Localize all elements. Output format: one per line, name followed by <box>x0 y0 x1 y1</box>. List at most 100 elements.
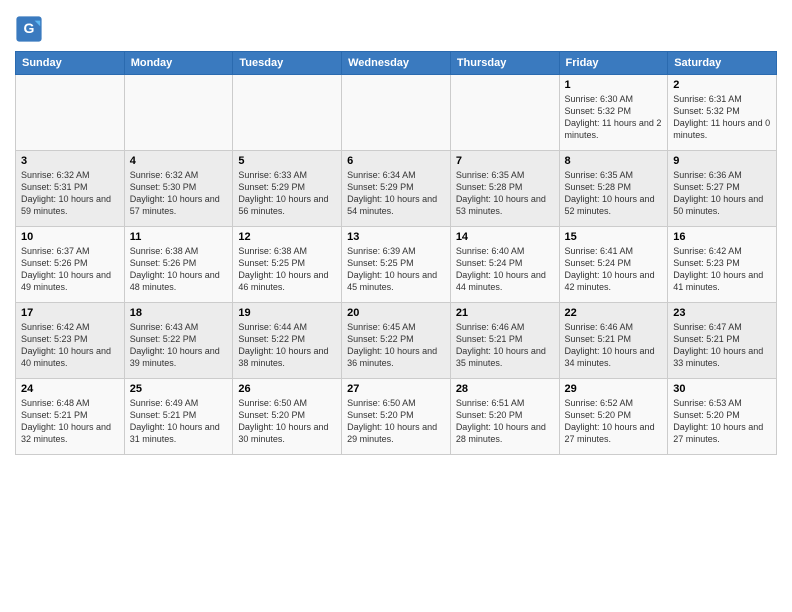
day-info: Sunrise: 6:47 AM Sunset: 5:21 PM Dayligh… <box>673 321 771 370</box>
weekday-wednesday: Wednesday <box>342 52 451 75</box>
day-number: 12 <box>238 231 336 243</box>
day-info: Sunrise: 6:36 AM Sunset: 5:27 PM Dayligh… <box>673 169 771 218</box>
day-number: 1 <box>565 79 663 91</box>
day-number: 21 <box>456 307 554 319</box>
day-cell <box>16 75 125 151</box>
week-row-3: 10 Sunrise: 6:37 AM Sunset: 5:26 PM Dayli… <box>16 227 777 303</box>
day-number: 29 <box>565 383 663 395</box>
day-info: Sunrise: 6:53 AM Sunset: 5:20 PM Dayligh… <box>673 397 771 446</box>
day-info: Sunrise: 6:42 AM Sunset: 5:23 PM Dayligh… <box>673 245 771 294</box>
day-cell: 2 Sunrise: 6:31 AM Sunset: 5:32 PM Daylig… <box>668 75 777 151</box>
day-info: Sunrise: 6:32 AM Sunset: 5:30 PM Dayligh… <box>130 169 228 218</box>
day-cell: 28 Sunrise: 6:51 AM Sunset: 5:20 PM Dayli… <box>450 379 559 455</box>
day-cell <box>124 75 233 151</box>
week-row-1: 1 Sunrise: 6:30 AM Sunset: 5:32 PM Daylig… <box>16 75 777 151</box>
day-info: Sunrise: 6:34 AM Sunset: 5:29 PM Dayligh… <box>347 169 445 218</box>
weekday-sunday: Sunday <box>16 52 125 75</box>
day-cell: 11 Sunrise: 6:38 AM Sunset: 5:26 PM Dayli… <box>124 227 233 303</box>
day-info: Sunrise: 6:31 AM Sunset: 5:32 PM Dayligh… <box>673 93 771 142</box>
day-info: Sunrise: 6:40 AM Sunset: 5:24 PM Dayligh… <box>456 245 554 294</box>
header: G <box>15 10 777 43</box>
day-number: 4 <box>130 155 228 167</box>
day-cell: 16 Sunrise: 6:42 AM Sunset: 5:23 PM Dayli… <box>668 227 777 303</box>
day-cell: 26 Sunrise: 6:50 AM Sunset: 5:20 PM Dayli… <box>233 379 342 455</box>
day-number: 14 <box>456 231 554 243</box>
day-cell: 17 Sunrise: 6:42 AM Sunset: 5:23 PM Dayli… <box>16 303 125 379</box>
day-number: 17 <box>21 307 119 319</box>
day-info: Sunrise: 6:46 AM Sunset: 5:21 PM Dayligh… <box>565 321 663 370</box>
day-cell: 12 Sunrise: 6:38 AM Sunset: 5:25 PM Dayli… <box>233 227 342 303</box>
day-number: 18 <box>130 307 228 319</box>
day-cell: 21 Sunrise: 6:46 AM Sunset: 5:21 PM Dayli… <box>450 303 559 379</box>
day-info: Sunrise: 6:43 AM Sunset: 5:22 PM Dayligh… <box>130 321 228 370</box>
weekday-thursday: Thursday <box>450 52 559 75</box>
day-number: 8 <box>565 155 663 167</box>
day-cell: 1 Sunrise: 6:30 AM Sunset: 5:32 PM Daylig… <box>559 75 668 151</box>
week-row-5: 24Sunrise: 6:48 AM Sunset: 5:21 PM Dayli… <box>16 379 777 455</box>
day-info: Sunrise: 6:37 AM Sunset: 5:26 PM Dayligh… <box>21 245 119 294</box>
weekday-header-row: SundayMondayTuesdayWednesdayThursdayFrid… <box>16 52 777 75</box>
weekday-monday: Monday <box>124 52 233 75</box>
day-info: Sunrise: 6:49 AM Sunset: 5:21 PM Dayligh… <box>130 397 228 446</box>
week-row-2: 3Sunrise: 6:32 AM Sunset: 5:31 PM Daylig… <box>16 151 777 227</box>
weekday-saturday: Saturday <box>668 52 777 75</box>
day-cell: 14 Sunrise: 6:40 AM Sunset: 5:24 PM Dayli… <box>450 227 559 303</box>
day-number: 7 <box>456 155 554 167</box>
day-cell: 19Sunrise: 6:44 AM Sunset: 5:22 PM Dayli… <box>233 303 342 379</box>
day-info: Sunrise: 6:38 AM Sunset: 5:25 PM Dayligh… <box>238 245 336 294</box>
day-cell: 9Sunrise: 6:36 AM Sunset: 5:27 PM Daylig… <box>668 151 777 227</box>
svg-text:G: G <box>24 20 35 36</box>
day-number: 15 <box>565 231 663 243</box>
day-info: Sunrise: 6:41 AM Sunset: 5:24 PM Dayligh… <box>565 245 663 294</box>
day-number: 11 <box>130 231 228 243</box>
weekday-friday: Friday <box>559 52 668 75</box>
day-cell: 23 Sunrise: 6:47 AM Sunset: 5:21 PM Dayli… <box>668 303 777 379</box>
calendar: SundayMondayTuesdayWednesdayThursdayFrid… <box>15 51 777 455</box>
day-cell: 27Sunrise: 6:50 AM Sunset: 5:20 PM Dayli… <box>342 379 451 455</box>
day-cell: 6 Sunrise: 6:34 AM Sunset: 5:29 PM Daylig… <box>342 151 451 227</box>
logo-icon: G <box>15 15 43 43</box>
day-info: Sunrise: 6:51 AM Sunset: 5:20 PM Dayligh… <box>456 397 554 446</box>
day-cell: 7 Sunrise: 6:35 AM Sunset: 5:28 PM Daylig… <box>450 151 559 227</box>
day-cell: 30Sunrise: 6:53 AM Sunset: 5:20 PM Dayli… <box>668 379 777 455</box>
day-number: 3 <box>21 155 119 167</box>
day-info: Sunrise: 6:50 AM Sunset: 5:20 PM Dayligh… <box>347 397 445 446</box>
day-info: Sunrise: 6:42 AM Sunset: 5:23 PM Dayligh… <box>21 321 119 370</box>
day-number: 2 <box>673 79 771 91</box>
day-number: 25 <box>130 383 228 395</box>
day-info: Sunrise: 6:35 AM Sunset: 5:28 PM Dayligh… <box>565 169 663 218</box>
day-cell <box>233 75 342 151</box>
day-info: Sunrise: 6:33 AM Sunset: 5:29 PM Dayligh… <box>238 169 336 218</box>
day-number: 28 <box>456 383 554 395</box>
day-cell: 8 Sunrise: 6:35 AM Sunset: 5:28 PM Daylig… <box>559 151 668 227</box>
day-number: 20 <box>347 307 445 319</box>
day-number: 23 <box>673 307 771 319</box>
week-row-4: 17 Sunrise: 6:42 AM Sunset: 5:23 PM Dayli… <box>16 303 777 379</box>
day-cell: 20 Sunrise: 6:45 AM Sunset: 5:22 PM Dayli… <box>342 303 451 379</box>
day-cell: 10 Sunrise: 6:37 AM Sunset: 5:26 PM Dayli… <box>16 227 125 303</box>
day-number: 26 <box>238 383 336 395</box>
day-number: 24 <box>21 383 119 395</box>
day-cell <box>450 75 559 151</box>
logo: G <box>15 15 45 43</box>
day-cell: 25 Sunrise: 6:49 AM Sunset: 5:21 PM Dayli… <box>124 379 233 455</box>
day-info: Sunrise: 6:45 AM Sunset: 5:22 PM Dayligh… <box>347 321 445 370</box>
day-number: 22 <box>565 307 663 319</box>
day-info: Sunrise: 6:38 AM Sunset: 5:26 PM Dayligh… <box>130 245 228 294</box>
day-number: 5 <box>238 155 336 167</box>
day-number: 10 <box>21 231 119 243</box>
page: G SundayMondayTuesdayWednesdayThursdayFr… <box>0 0 792 465</box>
day-info: Sunrise: 6:50 AM Sunset: 5:20 PM Dayligh… <box>238 397 336 446</box>
day-info: Sunrise: 6:35 AM Sunset: 5:28 PM Dayligh… <box>456 169 554 218</box>
day-number: 16 <box>673 231 771 243</box>
day-cell: 3Sunrise: 6:32 AM Sunset: 5:31 PM Daylig… <box>16 151 125 227</box>
day-cell: 4 Sunrise: 6:32 AM Sunset: 5:30 PM Daylig… <box>124 151 233 227</box>
day-info: Sunrise: 6:30 AM Sunset: 5:32 PM Dayligh… <box>565 93 663 142</box>
day-cell: 15 Sunrise: 6:41 AM Sunset: 5:24 PM Dayli… <box>559 227 668 303</box>
day-cell: 22 Sunrise: 6:46 AM Sunset: 5:21 PM Dayli… <box>559 303 668 379</box>
day-cell: 13Sunrise: 6:39 AM Sunset: 5:25 PM Dayli… <box>342 227 451 303</box>
day-info: Sunrise: 6:52 AM Sunset: 5:20 PM Dayligh… <box>565 397 663 446</box>
day-info: Sunrise: 6:46 AM Sunset: 5:21 PM Dayligh… <box>456 321 554 370</box>
day-number: 6 <box>347 155 445 167</box>
day-cell: 18 Sunrise: 6:43 AM Sunset: 5:22 PM Dayli… <box>124 303 233 379</box>
